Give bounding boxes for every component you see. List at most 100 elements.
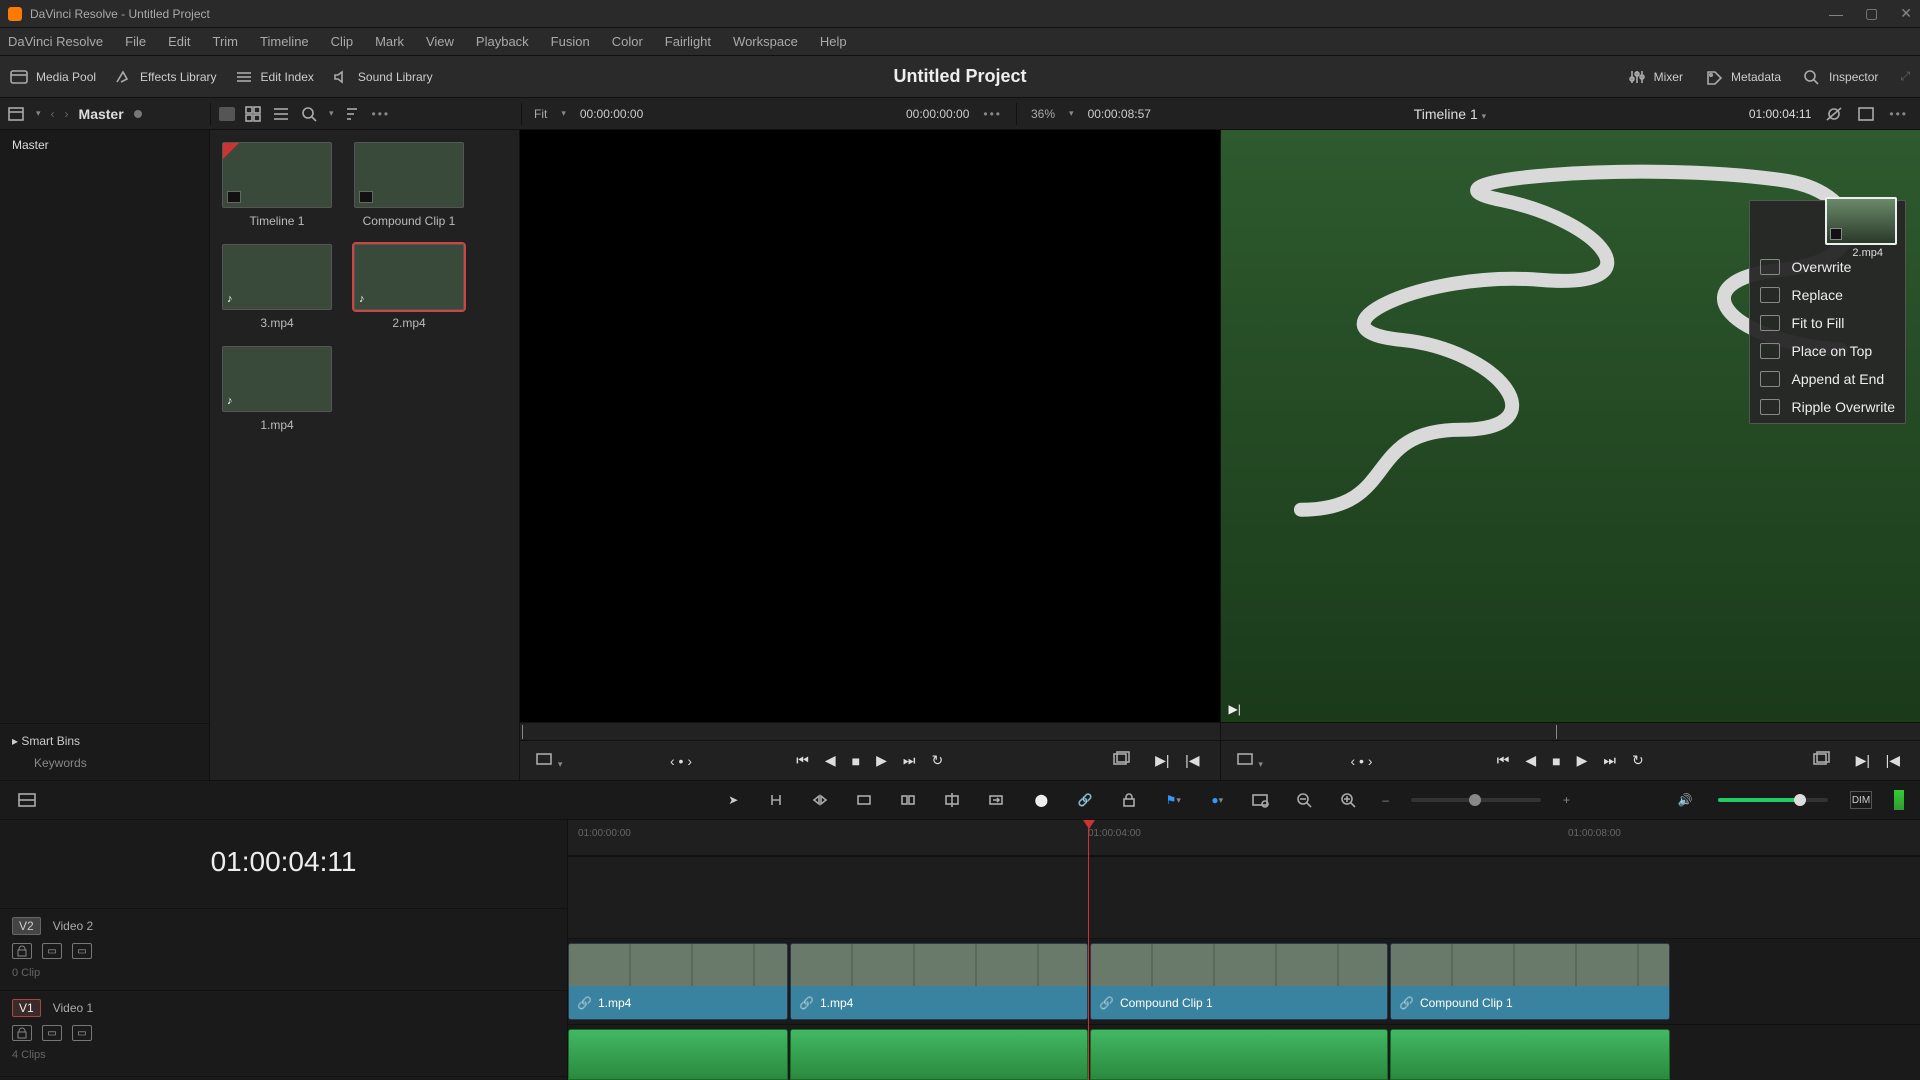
range-search-icon[interactable] — [1250, 791, 1272, 809]
bin-path-master[interactable]: Master — [79, 106, 124, 122]
bypass-grades-icon[interactable] — [1825, 106, 1843, 122]
volume-slider[interactable] — [1718, 798, 1828, 802]
track-head-v2[interactable]: V2Video 2 ▭▭ 0 Clip — [0, 908, 567, 990]
prg-nav-prev[interactable]: ‹ • › — [1351, 753, 1373, 769]
zoom-minus-button[interactable]: – — [1382, 793, 1389, 807]
program-scrub-bar[interactable] — [1221, 722, 1920, 740]
v1-enable-icon[interactable]: ▭ — [72, 1025, 92, 1041]
menu-fusion[interactable]: Fusion — [551, 34, 590, 49]
program-zoom-pct[interactable]: 36% — [1031, 107, 1055, 121]
v2-auto-select-icon[interactable]: ▭ — [42, 943, 62, 959]
history-forward-button[interactable]: › — [65, 107, 69, 121]
src-prev-button[interactable]: ◀ — [825, 752, 836, 769]
prg-mark-in-button[interactable]: ▶| — [1856, 752, 1870, 769]
menu-playback[interactable]: Playback — [476, 34, 529, 49]
timeline-body[interactable]: 01:00:00:0001:00:04:0001:00:08:00 🔗1.mp4… — [568, 820, 1920, 1080]
menu-view[interactable]: View — [426, 34, 454, 49]
edit-overlay-append-at-end[interactable]: Append at End — [1760, 371, 1895, 387]
prg-first-button[interactable]: ⏮ — [1497, 752, 1510, 769]
search-button[interactable] — [301, 106, 319, 122]
media-thumbnail[interactable] — [354, 142, 464, 208]
replace-clip-button[interactable] — [986, 791, 1008, 809]
edit-overlay-overwrite[interactable]: Overwrite — [1760, 259, 1895, 275]
source-zoom-caret-icon[interactable]: ▾ — [561, 108, 566, 119]
overwrite-clip-button[interactable] — [942, 791, 964, 809]
timeline-clip[interactable]: 🔗1.mp4 — [790, 943, 1088, 1020]
media-clip[interactable]: Timeline 1 — [222, 142, 332, 228]
window-maximize-button[interactable]: ▢ — [1865, 5, 1878, 22]
v2-lock-icon[interactable] — [12, 943, 32, 959]
prg-prev-button[interactable]: ◀ — [1525, 752, 1536, 769]
menu-edit[interactable]: Edit — [168, 34, 190, 49]
v1-auto-select-icon[interactable]: ▭ — [42, 1025, 62, 1041]
single-viewer-icon[interactable] — [1857, 106, 1875, 122]
source-screen[interactable] — [520, 130, 1220, 722]
timeline-clip[interactable]: 🔗1.mp4 — [568, 943, 788, 1020]
expand-icon[interactable]: ⤢ — [1900, 69, 1910, 84]
program-zoom-caret-icon[interactable]: ▾ — [1069, 108, 1074, 119]
dynamic-trim-tool[interactable] — [810, 791, 832, 809]
zoom-plus-button[interactable]: + — [1563, 793, 1570, 807]
timeline-clip[interactable]: 🔗Compound Clip 1 — [1090, 943, 1388, 1020]
prg-loop-button[interactable]: ↻ — [1632, 752, 1644, 769]
edit-overlay-ripple-overwrite[interactable]: Ripple Overwrite — [1760, 399, 1895, 415]
timeline-clip[interactable]: 🔗Compound Clip 1 — [1090, 1029, 1388, 1080]
src-loop-button[interactable]: ↻ — [932, 752, 944, 769]
bin-master[interactable]: Master — [12, 138, 197, 152]
monitor-volume-icon[interactable]: 🔊 — [1674, 791, 1696, 809]
source-inout-icon[interactable]: ▾ — [536, 751, 562, 770]
edit-overlay[interactable]: 2.mp4 OverwriteReplaceFit to FillPlace o… — [1749, 200, 1906, 424]
menu-mark[interactable]: Mark — [375, 34, 404, 49]
src-first-button[interactable]: ⏮ — [796, 752, 809, 769]
link-toggle[interactable]: 🔗 — [1074, 791, 1096, 809]
source-zoom-fit[interactable]: Fit — [534, 107, 547, 121]
v2-badge[interactable]: V2 — [12, 917, 41, 935]
menu-color[interactable]: Color — [612, 34, 643, 49]
window-minimize-button[interactable]: — — [1829, 6, 1843, 22]
dim-button[interactable]: DIM — [1850, 791, 1872, 809]
flag-blue-icon[interactable]: ⚑▾ — [1162, 791, 1184, 809]
playhead[interactable] — [1088, 820, 1089, 1080]
edit-overlay-fit-to-fill[interactable]: Fit to Fill — [1760, 315, 1895, 331]
timeline-clip[interactable]: 🔗1.mp4 — [790, 1029, 1088, 1080]
program-screen[interactable]: ▶| 2.mp4 OverwriteReplaceFit to FillPlac… — [1221, 130, 1920, 722]
prg-play-button[interactable]: ▶ — [1577, 752, 1588, 769]
timeline-view-options-icon[interactable] — [16, 791, 38, 809]
inspector-toggle[interactable]: Inspector — [1803, 69, 1878, 85]
edit-index-toggle[interactable]: Edit Index — [235, 69, 314, 85]
selection-tool[interactable]: ➤ — [722, 791, 744, 809]
src-play-button[interactable]: ▶ — [876, 752, 887, 769]
track-a1[interactable]: 🔗1.mp4🔗1.mp4🔗Compound Clip 1🔗Compound Cl… — [568, 1024, 1920, 1080]
menu-trim[interactable]: Trim — [213, 34, 239, 49]
menu-workspace[interactable]: Workspace — [733, 34, 798, 49]
timeline-ruler[interactable]: 01:00:00:0001:00:04:0001:00:08:00 — [568, 820, 1920, 856]
v1-badge[interactable]: V1 — [12, 999, 41, 1017]
metadata-toggle[interactable]: Metadata — [1705, 69, 1781, 85]
trim-tool[interactable] — [766, 791, 788, 809]
prg-stop-button[interactable]: ■ — [1552, 753, 1560, 769]
mixer-toggle[interactable]: Mixer — [1628, 69, 1683, 85]
menu-davinci-resolve[interactable]: DaVinci Resolve — [8, 34, 103, 49]
menu-fairlight[interactable]: Fairlight — [665, 34, 711, 49]
menu-clip[interactable]: Clip — [331, 34, 353, 49]
blade-tool[interactable] — [854, 791, 876, 809]
src-mark-in-button[interactable]: ▶| — [1155, 752, 1169, 769]
menu-bar[interactable]: DaVinci ResolveFileEditTrimTimelineClipM… — [0, 28, 1920, 56]
media-thumbnail[interactable] — [222, 142, 332, 208]
smart-bin-keywords[interactable]: Keywords — [12, 748, 197, 770]
smart-bins-header[interactable]: ▸ Smart Bins — [12, 734, 197, 748]
insert-clip-button[interactable] — [898, 791, 920, 809]
v1-lock-icon[interactable] — [12, 1025, 32, 1041]
v2-enable-icon[interactable]: ▭ — [72, 943, 92, 959]
thumbnail-view-button[interactable] — [219, 107, 235, 121]
media-thumbnail[interactable]: ♪ — [222, 346, 332, 412]
prg-inout-icon[interactable]: ▾ — [1237, 751, 1263, 770]
media-clip[interactable]: ♪3.mp4 — [222, 244, 332, 330]
media-thumbnail[interactable]: ♪ — [222, 244, 332, 310]
window-close-button[interactable]: ✕ — [1900, 5, 1912, 22]
zoom-slider[interactable] — [1411, 798, 1541, 802]
timeline-clip[interactable]: 🔗1.mp4 — [568, 1029, 788, 1080]
src-nav-prev[interactable]: ‹ • › — [670, 753, 692, 769]
grid-view-button[interactable] — [245, 106, 263, 122]
track-v1[interactable]: 🔗1.mp4🔗1.mp4🔗Compound Clip 1🔗Compound Cl… — [568, 938, 1920, 1024]
